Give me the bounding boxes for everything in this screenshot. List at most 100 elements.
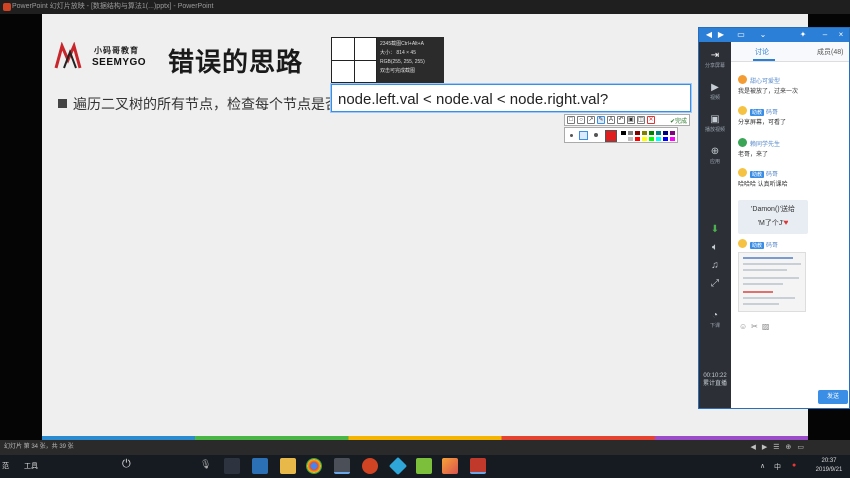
message-sender-line: 助教 码哥 [750,107,778,116]
cancel-icon[interactable]: ✕ [647,116,655,124]
sidebar-item-end[interactable]: ◔ 下课 [699,310,731,329]
view-controls: ◀▶☰⊕▭ [750,440,810,455]
chat-input-tools: ☺✂▨ [739,322,773,331]
back-icon[interactable]: ◀ [705,31,713,39]
taskbar-app-red-icon[interactable] [470,458,486,474]
ellipse-tool-icon[interactable]: ○ [577,116,585,124]
copy-icon[interactable]: ◫ [637,116,645,124]
sidebar-label: 播放视频 [704,127,725,133]
ppt-statusbar: 幻灯片 第 34 张，共 39 张 ◀▶☰⊕▭ [0,440,850,455]
apps-icon: ⊕ [710,146,720,157]
minimize-icon[interactable]: – [821,31,829,39]
volume-icon[interactable]: 🔈︎ [699,242,731,254]
message-sender: 码哥 [766,243,779,249]
slide-counter: 幻灯片 第 34 张，共 39 张 [4,444,74,450]
sidebar-item-play[interactable]: ▣ 播放视频 [699,114,731,133]
arrow-tool-icon[interactable]: ↗ [587,116,595,124]
color-swatch[interactable] [634,136,641,142]
image-icon[interactable]: ▨ [762,322,774,331]
power-icon[interactable]: ⏻ [122,458,131,471]
ime-indicator[interactable]: 中 [774,462,781,472]
folder-icon[interactable]: ▭ [737,31,745,39]
microphone-icon[interactable]: 🎙︎ [200,459,211,470]
session-clock: 00:10:22 累计直播 [699,372,731,388]
avatar [738,138,747,147]
taskbar-clock[interactable]: 20:37 2019/9/21 [810,457,848,475]
size-large-icon[interactable] [594,133,598,137]
rectangle-tool-icon[interactable]: □ [567,116,575,124]
color-swatch[interactable] [627,136,634,142]
snip-info-line: 2345截图Ctrl+Alt+A [380,41,424,47]
size-small-icon[interactable] [570,134,573,137]
avatar [738,239,747,248]
text-tool-icon[interactable]: A [607,116,615,124]
size-medium-icon[interactable] [579,131,588,140]
tab-discuss[interactable]: 讨论 [755,47,769,57]
done-button[interactable]: ✔完成 [670,116,687,125]
zoom-icon[interactable]: ⊕ [786,444,798,451]
pen-tool-icon[interactable]: ✎ [597,116,605,124]
task-view-icon[interactable] [224,458,240,474]
menu-icon[interactable]: ☰ [773,444,785,451]
taskbar-app-orange-icon[interactable] [442,458,458,474]
clock-time: 20:37 [821,458,837,464]
save-icon[interactable]: ▣ [627,116,635,124]
powerpoint-taskbar-icon[interactable] [362,458,378,474]
message-sender: 码哥 [766,172,779,178]
expand-icon[interactable]: ⤢ [699,278,731,290]
logo-en-text: SEEMYGO [92,57,147,68]
sidebar-item-share[interactable]: ⇥ 分享屏幕 [699,50,731,69]
download-icon[interactable]: ⬇ [699,224,731,236]
send-button[interactable]: 发送 [818,390,848,404]
chat-image-thumbnail[interactable] [738,252,806,312]
sidebar-item-video[interactable]: ▶ 视频 [699,82,731,101]
snip-style-bar [564,127,678,143]
active-tab-indicator [753,59,775,61]
close-icon[interactable]: × [837,31,845,39]
taskbar-app-blue-icon[interactable] [252,458,268,474]
screen-icon[interactable]: ▭ [797,444,810,451]
taskbar-app-active-icon[interactable] [334,458,350,474]
color-swatch[interactable] [669,136,676,142]
music-icon[interactable]: ♫ [699,260,731,272]
emoji-icon[interactable]: ☺ [739,322,751,331]
taskbar-left-text: 范 [2,463,9,470]
tray-arrow-icon[interactable]: ∧ [760,462,765,470]
share-icon: ⇥ [710,50,720,61]
file-explorer-icon[interactable] [280,458,296,474]
taskbar-app-diamond-icon[interactable] [388,456,408,476]
sidebar-item-apps[interactable]: ⊕ 应用 [699,146,731,165]
chevron-down-icon[interactable]: ⌄ [759,31,767,39]
taskbar-tools-label[interactable]: 工具 [24,461,38,471]
gift-line-1: 'Damon()'送给 [751,206,795,213]
tab-members[interactable]: 成员(48) [817,47,843,57]
snip-info-line: 大小： 814 × 45 [380,50,416,56]
role-badge: 助教 [750,109,765,116]
chrome-icon[interactable] [306,458,322,474]
current-color-swatch [605,130,617,142]
prev-slide-icon[interactable]: ◀ [750,444,761,451]
color-swatch[interactable] [641,136,648,142]
scissors-icon[interactable]: ✂ [751,322,762,331]
logo-mark-icon [54,42,82,69]
tray-app-icon[interactable]: ● [792,462,796,469]
color-swatch[interactable] [662,136,669,142]
undo-icon[interactable]: ↶ [617,116,625,124]
windows-taskbar: 范 工具 ⏻ 🎙︎ ∧ 中 ● 20:37 2019/9/21 [0,455,850,478]
heart-icon: ♥ [783,218,789,227]
color-swatch[interactable] [648,136,655,142]
pin-icon[interactable]: ✦ [799,31,807,39]
forward-icon[interactable]: ▶ [717,31,725,39]
letterbox-left [0,14,42,440]
color-swatch[interactable] [655,136,662,142]
intellij-icon[interactable] [416,458,432,474]
avatar [738,168,747,177]
color-swatch[interactable] [620,136,627,142]
message-sender-line: 助教 码哥 [750,240,778,249]
snip-selection[interactable]: node.left.val < node.val < node.right.va… [331,84,691,112]
snip-toolbar: □ ○ ↗ ✎ A ↶ ▣ ◫ ✕ ✔完成 [564,114,690,126]
message-text: 哈哈哈 认真听课哈 [738,182,788,188]
message-sender-line: 助教 码哥 [750,169,778,178]
sidebar-label: 分享屏幕 [704,63,725,69]
next-slide-icon[interactable]: ▶ [762,444,773,451]
